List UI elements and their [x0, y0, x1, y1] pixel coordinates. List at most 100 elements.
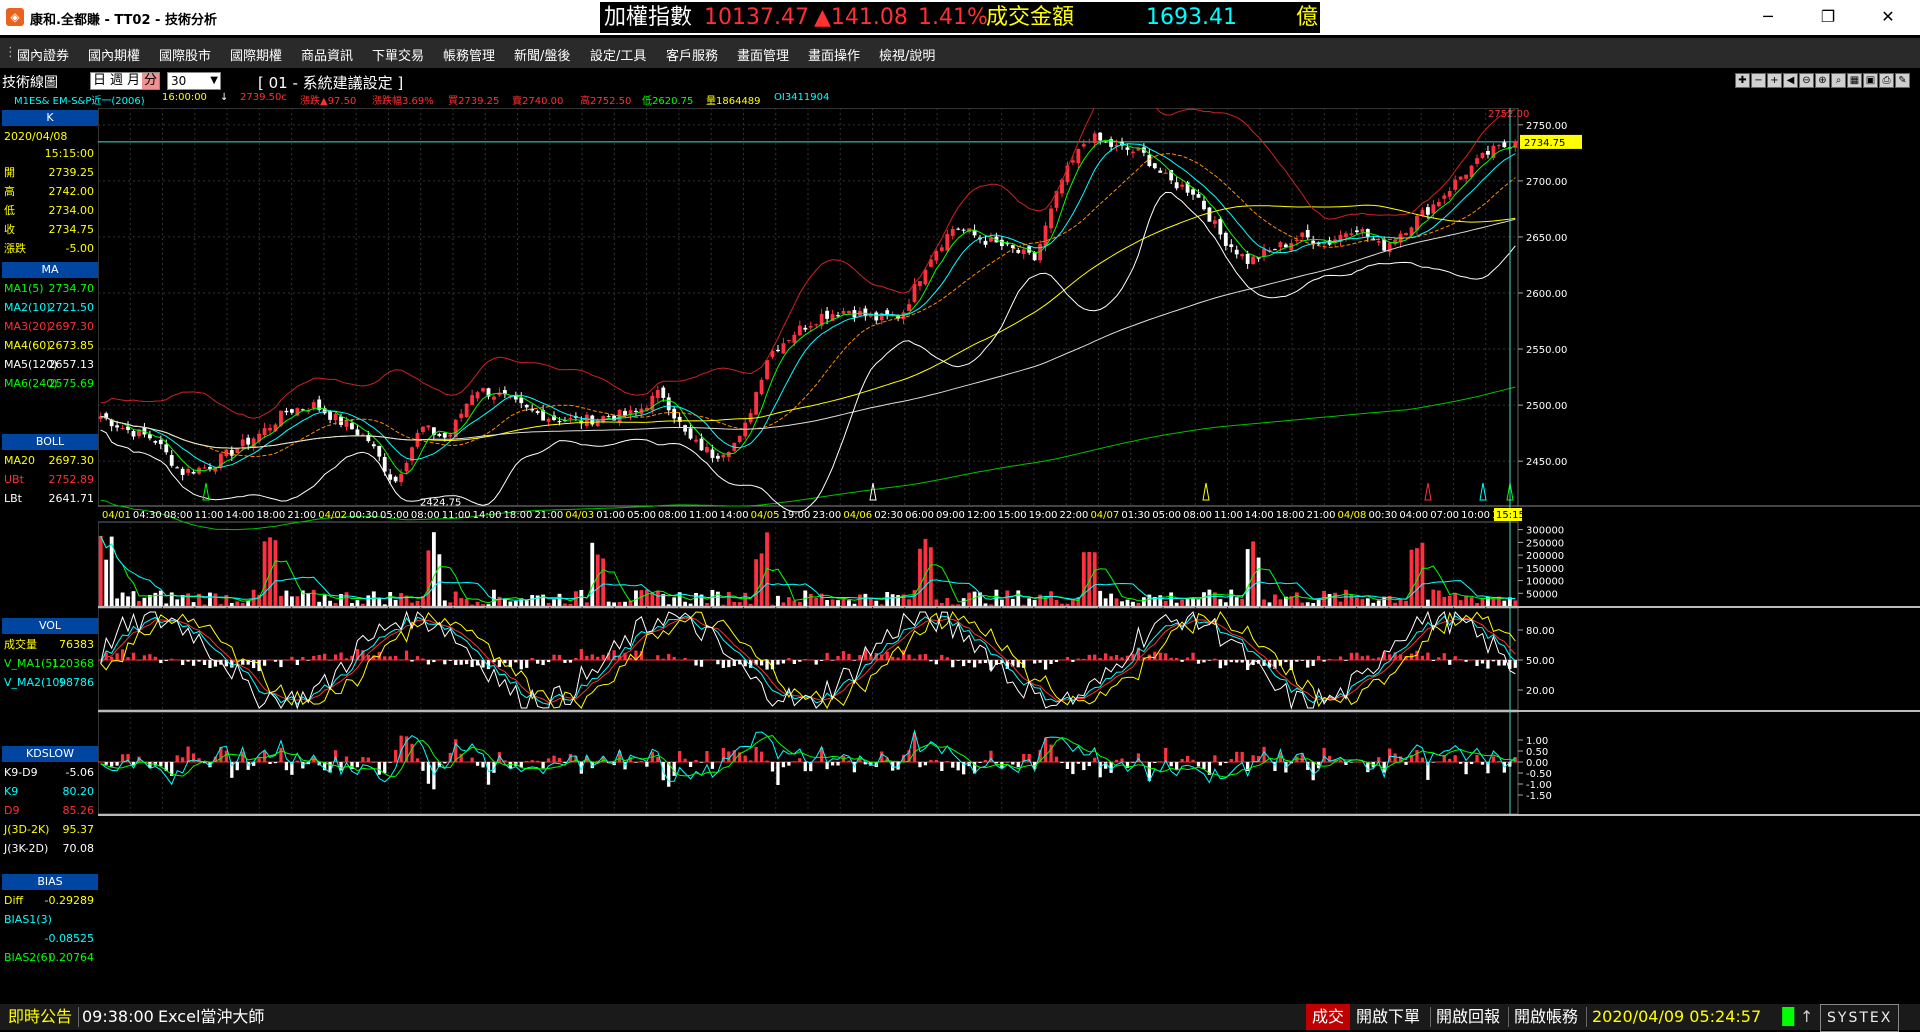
volume-bar [1246, 549, 1250, 606]
zoom-in-icon[interactable]: ⊕ [1815, 73, 1830, 88]
candle-body [1224, 233, 1228, 246]
technical-chart[interactable]: 2750.002700.002650.002600.002550.002500.… [98, 108, 1920, 1000]
bias-diff-bar [487, 762, 490, 785]
kd-diff-bar [1443, 653, 1446, 660]
volume-bar [530, 595, 534, 606]
menu-item-screen-manage[interactable]: 畫面管理 [737, 45, 789, 64]
kd-diff-bar [973, 660, 976, 667]
volume-bar [443, 600, 447, 606]
ma-header: MA [2, 262, 98, 278]
open-account-button[interactable]: 開啟帳務 [1514, 1004, 1578, 1030]
bias-diff-bar [416, 758, 419, 762]
volume-bar [399, 593, 403, 606]
bias-diff-bar [274, 762, 277, 763]
menu-item-news[interactable]: 新聞/盤後 [514, 45, 570, 64]
candle-body [842, 311, 846, 314]
candle-body [1475, 158, 1479, 164]
period-week-button[interactable]: 週 [108, 73, 125, 89]
kd-diff-bar [804, 659, 807, 660]
news-label[interactable]: 即時公告 [8, 1004, 72, 1030]
bias-diff-bar [225, 751, 228, 762]
kd-diff-bar [629, 658, 632, 660]
menu-item-view-help[interactable]: 檢視/說明 [879, 45, 935, 64]
menu-item-domestic-futures[interactable]: 國內期權 [88, 45, 140, 64]
kd-diff-bar [159, 660, 162, 663]
plus-icon[interactable]: + [1767, 73, 1782, 88]
kd-diff-bar [498, 660, 501, 667]
quote-bid: 買2739.25 [448, 92, 499, 107]
period-minute-button[interactable]: 分 [142, 73, 159, 89]
preset-label: [ 01 - 系統建議設定 ] [258, 72, 403, 93]
price-tick-label: 2550.00 [1526, 345, 1567, 356]
menu-item-screen-operate[interactable]: 畫面操作 [808, 45, 860, 64]
vol-row: 成交量76383 [2, 636, 96, 653]
candle-body [1431, 204, 1435, 213]
kd-diff-bar [853, 660, 856, 661]
volume-bar [1453, 593, 1457, 606]
volume-bar [219, 604, 223, 606]
bias-header: BIAS [2, 874, 98, 890]
maximize-button[interactable]: ❐ [1808, 4, 1848, 30]
candle-body [913, 284, 917, 302]
bias-diff-bar [257, 758, 260, 762]
zoom-out-icon[interactable]: ⊖ [1799, 73, 1814, 88]
kd-diff-bar [1038, 660, 1041, 663]
volume-bar [1295, 592, 1299, 606]
minimize-button[interactable]: ─ [1748, 4, 1788, 30]
volume-bar [1016, 590, 1020, 606]
open-order-button[interactable]: 開啟下單 [1356, 1004, 1420, 1030]
menu-item-domestic-securities[interactable]: 國內證券 [17, 45, 69, 64]
news-text[interactable]: Excel當沖大師 [158, 1004, 264, 1030]
kd-diff-bar [148, 654, 151, 660]
ticker-index-value: 10137.47 [704, 2, 809, 33]
kd-diff-bar [318, 655, 321, 660]
trade-badge[interactable]: 成交 [1306, 1004, 1350, 1030]
crosshair-icon[interactable]: ✚ [1735, 73, 1750, 88]
find-icon[interactable]: ⌕ [1831, 73, 1846, 88]
bias-diff-bar [640, 761, 643, 762]
edit-icon[interactable]: ✎ [1895, 73, 1910, 88]
open-report-button[interactable]: 開啟回報 [1436, 1004, 1500, 1030]
kd-diff-bar [662, 659, 665, 660]
period-month-button[interactable]: 月 [125, 73, 142, 89]
time-axis-date: 04/03 [565, 510, 594, 521]
kd-diff-bar [1372, 659, 1375, 660]
menu-item-intl-futures[interactable]: 國際期權 [230, 45, 282, 64]
interval-value: 30 [171, 74, 186, 88]
volume-bar [858, 595, 862, 606]
scroll-left-icon[interactable]: ◀ [1783, 73, 1798, 88]
bias-diff-bar [1432, 762, 1435, 763]
close-button[interactable]: ✕ [1868, 4, 1908, 30]
k-header: K [2, 110, 98, 126]
save-icon[interactable]: ▣ [1863, 73, 1878, 88]
volume-bar [115, 598, 119, 606]
candle-body [1175, 182, 1179, 188]
period-day-button[interactable]: 日 [91, 73, 108, 89]
kd-diff-bar [673, 657, 676, 660]
bias-diff-bar [541, 762, 544, 768]
minus-icon[interactable]: − [1751, 73, 1766, 88]
bias-diff-bar [378, 762, 381, 775]
interval-select[interactable]: 30 ▼ [167, 72, 221, 90]
bias-diff-bar [236, 762, 239, 770]
bias-diff-bar [935, 760, 938, 762]
print-icon[interactable]: ⎙ [1879, 73, 1894, 88]
price-tick-label: 2500.00 [1526, 401, 1567, 412]
menu-item-settings[interactable]: 設定/工具 [590, 45, 646, 64]
volume-bar [317, 602, 321, 606]
kd-diff-bar [383, 656, 386, 660]
kd-diff-bar [1448, 660, 1451, 665]
menu-item-intl-stocks[interactable]: 國際股市 [159, 45, 211, 64]
bias-diff-bars [105, 733, 1517, 789]
bias-diff-bar [1235, 752, 1238, 762]
menu-item-trading[interactable]: 下單交易 [372, 45, 424, 64]
kd-diff-bar [503, 660, 506, 663]
kd-diff-bar [886, 652, 889, 660]
low-marker-label: 2424.75 [420, 497, 461, 508]
menu-item-account[interactable]: 帳務管理 [443, 45, 495, 64]
candle-body [1437, 202, 1441, 206]
layout-icon[interactable]: ▦ [1847, 73, 1862, 88]
candle-body [607, 416, 611, 417]
menu-item-product-info[interactable]: 商品資訊 [301, 45, 353, 64]
menu-item-customer-service[interactable]: 客戶服務 [666, 45, 718, 64]
